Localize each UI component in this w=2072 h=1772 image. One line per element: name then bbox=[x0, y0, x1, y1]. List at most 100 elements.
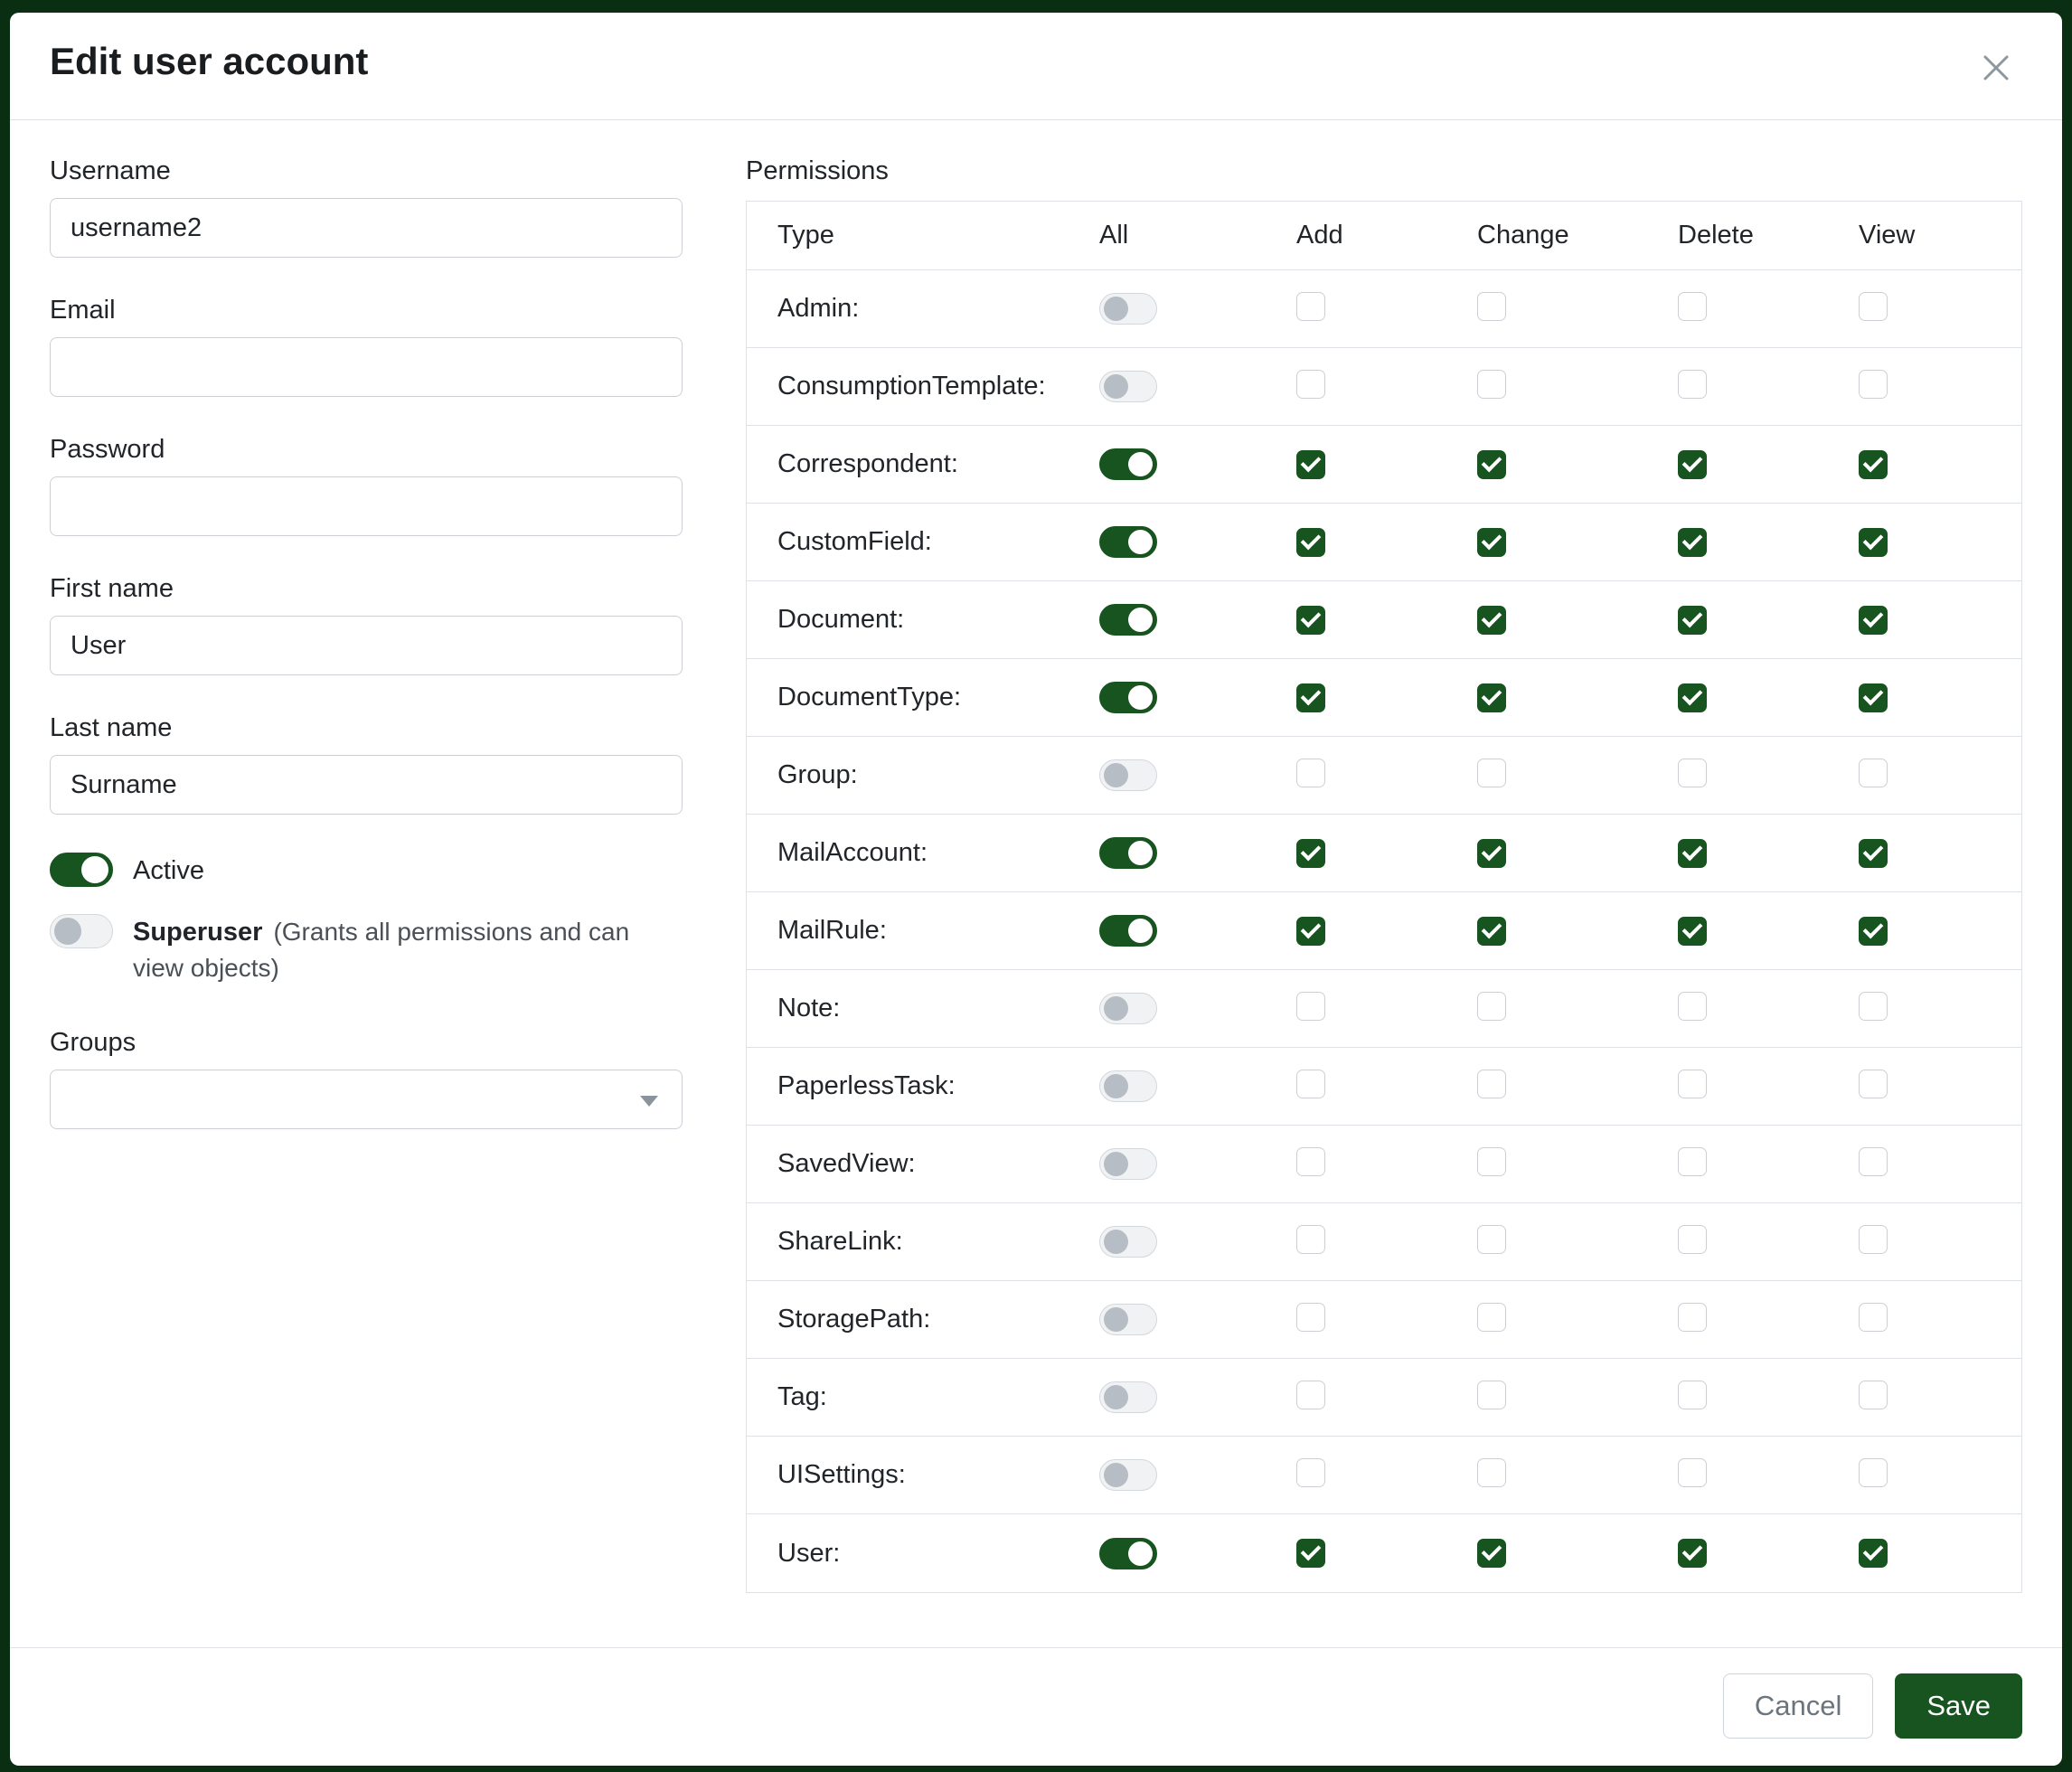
permission-delete-checkbox[interactable] bbox=[1678, 759, 1707, 787]
cancel-button[interactable]: Cancel bbox=[1723, 1673, 1874, 1739]
permission-add-checkbox[interactable] bbox=[1296, 1458, 1325, 1487]
permission-delete-checkbox[interactable] bbox=[1678, 1147, 1707, 1176]
email-input[interactable] bbox=[50, 337, 683, 397]
permission-view-checkbox[interactable] bbox=[1859, 917, 1888, 946]
permission-all-toggle[interactable] bbox=[1099, 448, 1157, 480]
permission-change-checkbox[interactable] bbox=[1477, 1458, 1506, 1487]
permission-view-checkbox[interactable] bbox=[1859, 839, 1888, 868]
permission-delete-checkbox[interactable] bbox=[1678, 1539, 1707, 1568]
permission-add-checkbox[interactable] bbox=[1296, 917, 1325, 946]
permission-view-checkbox[interactable] bbox=[1859, 370, 1888, 399]
close-button[interactable] bbox=[1970, 42, 2022, 94]
permission-view-checkbox[interactable] bbox=[1859, 1303, 1888, 1332]
permission-change-checkbox[interactable] bbox=[1477, 917, 1506, 946]
permission-change-checkbox[interactable] bbox=[1477, 528, 1506, 557]
permission-all-toggle[interactable] bbox=[1099, 604, 1157, 636]
permission-view-checkbox[interactable] bbox=[1859, 606, 1888, 635]
permission-delete-checkbox[interactable] bbox=[1678, 683, 1707, 712]
superuser-toggle[interactable] bbox=[50, 914, 113, 948]
permission-delete-checkbox[interactable] bbox=[1678, 1225, 1707, 1254]
permission-change-checkbox[interactable] bbox=[1477, 450, 1506, 479]
permission-row: MailAccount: bbox=[747, 815, 2021, 892]
permission-all-toggle[interactable] bbox=[1099, 837, 1157, 869]
permission-all-toggle[interactable] bbox=[1099, 1070, 1157, 1102]
permission-change-checkbox[interactable] bbox=[1477, 370, 1506, 399]
permission-all-toggle[interactable] bbox=[1099, 1226, 1157, 1258]
permission-all-toggle[interactable] bbox=[1099, 1381, 1157, 1413]
first-name-input[interactable] bbox=[50, 616, 683, 675]
password-input[interactable] bbox=[50, 476, 683, 536]
permission-all-toggle[interactable] bbox=[1099, 1538, 1157, 1569]
permission-add-checkbox[interactable] bbox=[1296, 1147, 1325, 1176]
permission-add-checkbox[interactable] bbox=[1296, 683, 1325, 712]
permission-view-checkbox[interactable] bbox=[1859, 528, 1888, 557]
permission-view-checkbox[interactable] bbox=[1859, 1458, 1888, 1487]
permission-view-checkbox[interactable] bbox=[1859, 1070, 1888, 1098]
permission-add-checkbox[interactable] bbox=[1296, 759, 1325, 787]
permission-delete-checkbox[interactable] bbox=[1678, 992, 1707, 1021]
permission-add-checkbox[interactable] bbox=[1296, 1225, 1325, 1254]
permission-all-toggle[interactable] bbox=[1099, 526, 1157, 558]
permission-change-checkbox[interactable] bbox=[1477, 1303, 1506, 1332]
permission-add-checkbox[interactable] bbox=[1296, 1303, 1325, 1332]
groups-select[interactable] bbox=[50, 1070, 683, 1129]
permission-add-checkbox[interactable] bbox=[1296, 370, 1325, 399]
permission-change-checkbox[interactable] bbox=[1477, 683, 1506, 712]
permission-add-checkbox[interactable] bbox=[1296, 450, 1325, 479]
permission-view-checkbox[interactable] bbox=[1859, 450, 1888, 479]
permission-change-checkbox[interactable] bbox=[1477, 1147, 1506, 1176]
permission-delete-checkbox[interactable] bbox=[1678, 1303, 1707, 1332]
permission-all-toggle[interactable] bbox=[1099, 915, 1157, 947]
username-input[interactable] bbox=[50, 198, 683, 258]
permission-add-checkbox[interactable] bbox=[1296, 839, 1325, 868]
permission-add-checkbox[interactable] bbox=[1296, 528, 1325, 557]
permission-all-toggle[interactable] bbox=[1099, 1459, 1157, 1491]
permission-delete-checkbox[interactable] bbox=[1678, 528, 1707, 557]
permission-view-checkbox[interactable] bbox=[1859, 1225, 1888, 1254]
permission-view-checkbox[interactable] bbox=[1859, 683, 1888, 712]
active-toggle[interactable] bbox=[50, 853, 113, 887]
permission-all-toggle[interactable] bbox=[1099, 759, 1157, 791]
permission-add-checkbox[interactable] bbox=[1296, 606, 1325, 635]
permission-view-checkbox[interactable] bbox=[1859, 1539, 1888, 1568]
permission-add-checkbox[interactable] bbox=[1296, 1539, 1325, 1568]
last-name-input[interactable] bbox=[50, 755, 683, 815]
permission-change-checkbox[interactable] bbox=[1477, 292, 1506, 321]
permission-view-checkbox[interactable] bbox=[1859, 1381, 1888, 1409]
close-icon bbox=[1977, 49, 2015, 87]
permission-change-checkbox[interactable] bbox=[1477, 1539, 1506, 1568]
permission-change-checkbox[interactable] bbox=[1477, 992, 1506, 1021]
permission-all-toggle[interactable] bbox=[1099, 371, 1157, 402]
permission-view-checkbox[interactable] bbox=[1859, 292, 1888, 321]
permission-all-toggle[interactable] bbox=[1099, 1304, 1157, 1335]
permission-change-checkbox[interactable] bbox=[1477, 1225, 1506, 1254]
column-header-view: View bbox=[1859, 221, 2021, 250]
permission-add-checkbox[interactable] bbox=[1296, 992, 1325, 1021]
permission-view-checkbox[interactable] bbox=[1859, 1147, 1888, 1176]
permission-delete-checkbox[interactable] bbox=[1678, 450, 1707, 479]
permission-delete-checkbox[interactable] bbox=[1678, 606, 1707, 635]
permission-all-toggle[interactable] bbox=[1099, 293, 1157, 325]
permission-view-checkbox[interactable] bbox=[1859, 992, 1888, 1021]
permission-add-checkbox[interactable] bbox=[1296, 1070, 1325, 1098]
permission-view-checkbox[interactable] bbox=[1859, 759, 1888, 787]
permission-delete-checkbox[interactable] bbox=[1678, 292, 1707, 321]
permission-delete-checkbox[interactable] bbox=[1678, 370, 1707, 399]
permission-delete-checkbox[interactable] bbox=[1678, 839, 1707, 868]
permission-change-checkbox[interactable] bbox=[1477, 839, 1506, 868]
save-button[interactable]: Save bbox=[1895, 1673, 2022, 1739]
permission-change-checkbox[interactable] bbox=[1477, 606, 1506, 635]
permission-change-checkbox[interactable] bbox=[1477, 1070, 1506, 1098]
permission-all-toggle[interactable] bbox=[1099, 1148, 1157, 1180]
modal-title: Edit user account bbox=[50, 40, 368, 83]
permission-add-checkbox[interactable] bbox=[1296, 1381, 1325, 1409]
permission-delete-checkbox[interactable] bbox=[1678, 1070, 1707, 1098]
permission-delete-checkbox[interactable] bbox=[1678, 917, 1707, 946]
permission-delete-checkbox[interactable] bbox=[1678, 1381, 1707, 1409]
permission-add-checkbox[interactable] bbox=[1296, 292, 1325, 321]
permission-change-checkbox[interactable] bbox=[1477, 1381, 1506, 1409]
permission-delete-checkbox[interactable] bbox=[1678, 1458, 1707, 1487]
permission-all-toggle[interactable] bbox=[1099, 682, 1157, 713]
permission-all-toggle[interactable] bbox=[1099, 993, 1157, 1024]
permission-change-checkbox[interactable] bbox=[1477, 759, 1506, 787]
